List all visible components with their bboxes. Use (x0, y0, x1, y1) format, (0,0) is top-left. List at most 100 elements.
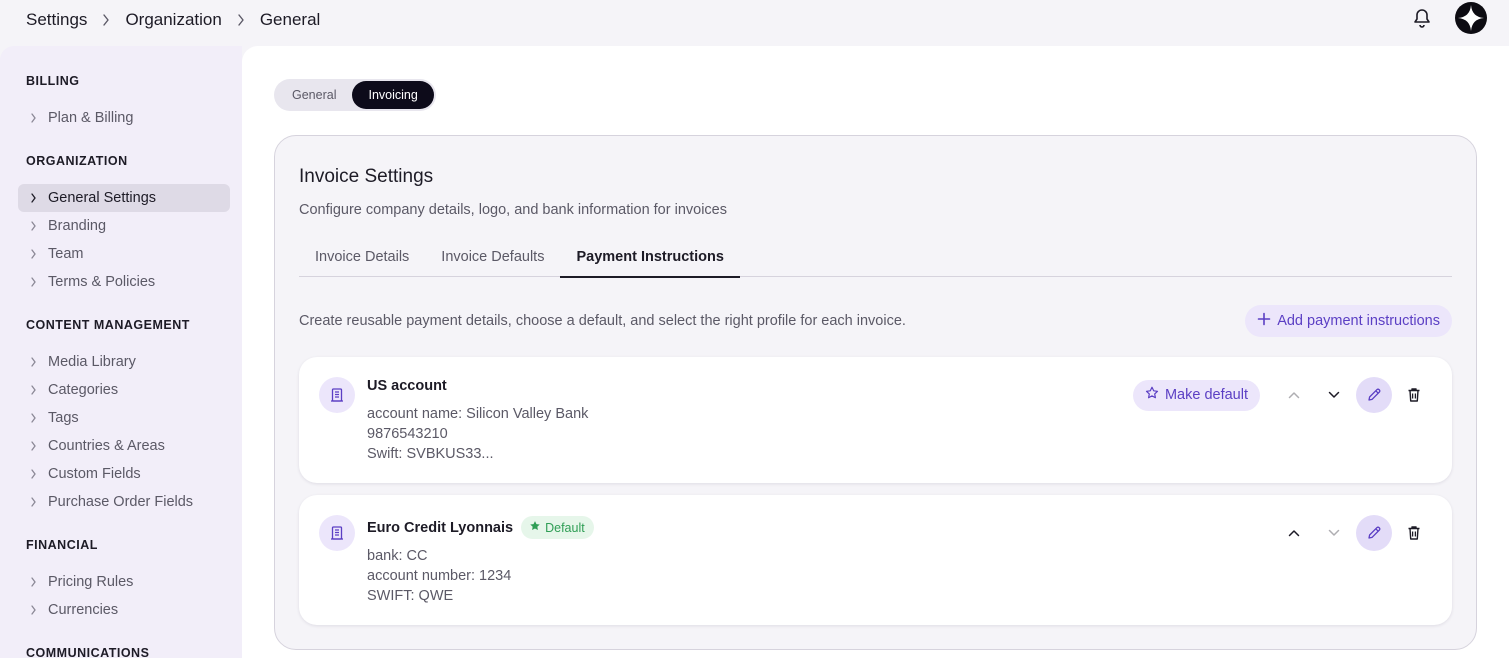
sidebar-item-tags[interactable]: Tags (18, 404, 230, 432)
star-filled-icon (529, 520, 541, 535)
segment-general[interactable]: General (276, 81, 352, 109)
chevron-right-icon (30, 249, 44, 259)
chevron-up-icon (1288, 392, 1300, 399)
sidebar-item-media-library[interactable]: Media Library (18, 348, 230, 376)
move-up-button[interactable] (1276, 515, 1312, 551)
payment-name-text: Euro Credit Lyonnais (367, 519, 514, 536)
plus-icon (1257, 312, 1271, 330)
sidebar-item-label: Branding (48, 218, 107, 234)
add-payment-instructions-button[interactable]: Add payment instructions (1245, 305, 1452, 337)
sidebar-item-label: Pricing Rules (48, 574, 134, 590)
tab-invoice-defaults[interactable]: Invoice Defaults (425, 236, 560, 277)
sidebar-item-label: Custom Fields (48, 466, 141, 482)
sidebar-item-branding[interactable]: Branding (18, 212, 230, 240)
logo-icon (1458, 5, 1484, 31)
add-button-label: Add payment instructions (1277, 313, 1440, 329)
payment-line: Swift: SVBKUS33... (367, 446, 494, 462)
main-content: General Invoicing Invoice Settings Confi… (242, 46, 1509, 658)
payment-details: account name: Silicon Valley Bank 987654… (367, 404, 588, 464)
sidebar-item-pricing-rules[interactable]: Pricing Rules (18, 568, 230, 596)
delete-button[interactable] (1396, 377, 1432, 413)
sidebar-section-financial: FINANCIAL (26, 538, 98, 552)
make-default-button[interactable]: Make default (1132, 379, 1260, 411)
edit-button[interactable] (1356, 515, 1392, 551)
sidebar-item-label: Media Library (48, 354, 136, 370)
sidebar-item-currencies[interactable]: Currencies (18, 596, 230, 624)
sidebar-item-custom-fields[interactable]: Custom Fields (18, 460, 230, 488)
chevron-right-icon (30, 441, 44, 451)
payment-card: US account account name: Silicon Valley … (299, 357, 1452, 483)
sidebar-item-general-settings[interactable]: General Settings (18, 184, 230, 212)
default-badge-label: Default (545, 520, 585, 535)
chevron-down-icon (1328, 391, 1340, 398)
delete-button[interactable] (1396, 515, 1432, 551)
sidebar-item-label: Categories (48, 382, 119, 398)
chevron-right-icon (30, 357, 44, 367)
payment-name: Euro Credit Lyonnais Default (367, 516, 594, 539)
sidebar-item-plan-billing[interactable]: Plan & Billing (18, 104, 230, 132)
payment-name-text: US account (367, 378, 447, 394)
sidebar-item-label: Purchase Order Fields (48, 494, 194, 510)
chevron-down-icon (1328, 529, 1340, 536)
payment-description: Create reusable payment details, choose … (299, 313, 906, 329)
sidebar-section-content-management: CONTENT MANAGEMENT (26, 318, 190, 332)
trash-icon (1408, 388, 1420, 402)
chevron-right-icon (102, 14, 110, 26)
chevron-right-icon (30, 469, 44, 479)
invoice-settings-card: Invoice Settings Configure company detai… (274, 135, 1477, 650)
chevron-right-icon (30, 113, 44, 123)
segment-invoicing[interactable]: Invoicing (352, 81, 434, 109)
sidebar: BILLING Plan & Billing ORGANIZATION Gene… (0, 46, 242, 658)
chevron-right-icon (30, 221, 44, 231)
sidebar-item-countries-areas[interactable]: Countries & Areas (18, 432, 230, 460)
payment-line: account name: Silicon Valley Bank (367, 406, 589, 422)
bank-icon (319, 515, 355, 551)
sidebar-item-categories[interactable]: Categories (18, 376, 230, 404)
breadcrumb-settings[interactable]: Settings (26, 10, 87, 30)
chevron-right-icon (30, 277, 44, 287)
chevron-up-icon (1288, 530, 1300, 537)
star-outline-icon (1145, 386, 1159, 404)
move-down-button[interactable] (1316, 515, 1352, 551)
default-badge: Default (521, 516, 594, 539)
chevron-right-icon (30, 193, 44, 203)
bell-icon[interactable] (1411, 7, 1433, 29)
page-subtitle: Configure company details, logo, and ban… (299, 202, 727, 218)
move-down-button[interactable] (1316, 377, 1352, 413)
sidebar-item-label: Currencies (48, 602, 119, 618)
sidebar-section-organization: ORGANIZATION (26, 154, 128, 168)
sidebar-item-label: Countries & Areas (48, 438, 165, 454)
payment-details: bank: CC account number: 1234 SWIFT: QWE (367, 546, 511, 606)
tab-payment-instructions[interactable]: Payment Instructions (560, 236, 741, 278)
pencil-icon (1368, 526, 1381, 539)
avatar[interactable] (1455, 2, 1487, 34)
payment-line: bank: CC (367, 548, 428, 564)
move-up-button[interactable] (1276, 377, 1312, 413)
chevron-right-icon (30, 497, 44, 507)
sidebar-item-terms-policies[interactable]: Terms & Policies (18, 268, 230, 296)
payment-line: 9876543210 (367, 426, 448, 442)
breadcrumb-general: General (259, 10, 321, 29)
payment-actions: Make default (1132, 377, 1432, 413)
edit-button[interactable] (1356, 377, 1392, 413)
payment-line: SWIFT: QWE (367, 588, 454, 604)
trash-icon (1408, 526, 1420, 540)
make-default-label: Make default (1164, 387, 1248, 403)
chevron-right-icon (30, 577, 44, 587)
sidebar-item-purchase-order-fields[interactable]: Purchase Order Fields (18, 488, 230, 516)
chevron-right-icon (30, 605, 44, 615)
payment-card: Euro Credit Lyonnais Default bank: CC ac… (299, 495, 1452, 625)
tab-invoice-details[interactable]: Invoice Details (299, 236, 425, 277)
sidebar-item-team[interactable]: Team (18, 240, 230, 268)
bank-icon (319, 377, 355, 413)
payment-name: US account (367, 378, 447, 394)
payment-actions (1272, 515, 1432, 551)
breadcrumb-organization[interactable]: Organization (125, 10, 221, 30)
top-bar: Settings Organization General (0, 0, 1509, 40)
page-title: Invoice Settings (299, 166, 434, 187)
sidebar-section-billing: BILLING (26, 74, 80, 88)
segmented-control: General Invoicing (274, 79, 436, 111)
pencil-icon (1368, 388, 1381, 401)
payment-line: account number: 1234 (367, 568, 512, 584)
sidebar-item-label: Tags (48, 410, 79, 426)
